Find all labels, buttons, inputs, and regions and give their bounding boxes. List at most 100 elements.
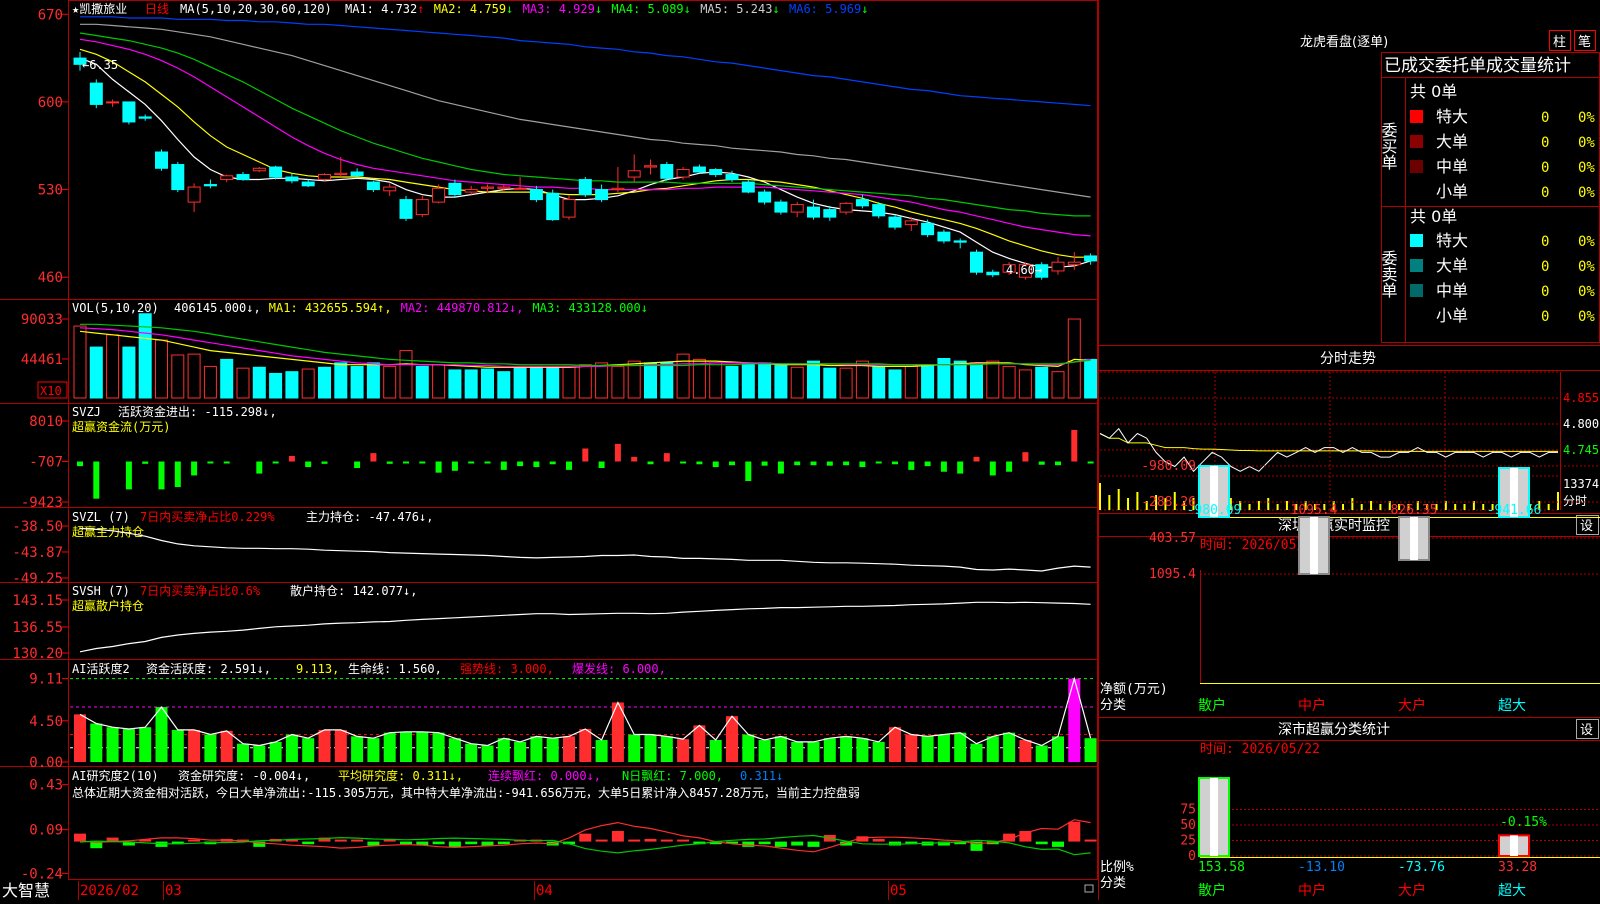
intraday-volume-bar [1454,504,1457,510]
volume-values: 406145.000↓, MA1: 432655.594↑, MA2: 449870… [174,301,648,315]
ai-activity-bar [74,714,86,762]
x-label-feb: 2026/02 [80,883,139,899]
ai-activity-v2: 9.113, [296,662,339,676]
stat-title: 已成交委托单成交量统计 [1384,56,1571,76]
ma-arrow: ↓ [595,2,602,16]
classification-panel[interactable]: 深市超赢分类统计 设 时间: 2026/05/22 7550250153.58 散… [1098,717,1600,900]
ai-activity-y-axis: 9.11 4.50 0.00 [29,672,68,771]
ai-activity-bar [416,731,429,762]
svzj-bar [973,456,980,462]
cls-y-label: 25 [1180,834,1196,849]
ai-research-panel[interactable]: AI研究度2(10) 资金研究度: -0.004↓, 平均研究度: 0.311↓… [21,768,1097,882]
ai-activity-bar [204,734,217,762]
y-tick-label: -707 [29,455,63,471]
ai-research-bar [432,841,445,845]
candle-body [155,151,168,169]
ai-activity-bar [1052,736,1064,762]
svzl-label: SVZL (7) [72,510,130,524]
volume-bar [578,364,592,399]
order-count: 0 [1541,185,1549,201]
intraday-volume-bar [1342,504,1345,510]
volume-bar [823,367,837,399]
realtime-monitor-panel[interactable]: 深圳超赢实时监控 设 时间: 2026/05/22 1095.4403.57-2… [1098,459,1600,714]
ai-research-bar [334,839,347,842]
volume-bar [383,365,397,399]
volume-panel[interactable]: VOL(5,10,20) 406145.000↓, MA1: 432655.594… [21,301,1098,399]
order-color-swatch [1410,259,1423,272]
cls-extra-label: -0.15% [1500,815,1547,830]
ai-summary-text: 总体近期大资金相对活跃，今日大单净流出:-115.305万元，其中特大单净流出:… [72,785,860,800]
order-type-label: 特大 [1436,231,1468,250]
svzj-bar [142,461,149,464]
ai-research-bar [188,839,201,842]
candle-body [986,271,1000,276]
volume-bar [807,360,820,399]
ai-activity-bar [302,738,315,762]
ai-activity-panel[interactable]: AI活跃度2 资金活跃度: 2.591↓, 9.113, 生命线: 1.560,… [29,661,1097,771]
intraday-volume-bar [1127,498,1130,510]
high-price-annotation: ←6.35 [82,58,118,72]
candle-body [138,116,152,119]
candle-body [415,199,429,216]
order-type-label: 小单 [1436,182,1468,201]
volume-bar [774,365,788,399]
ai-activity-bar [1084,738,1097,762]
ai-research-bar [448,841,461,847]
ai-research-bar [1052,841,1064,847]
intraday-volume-bar [1136,492,1139,510]
price-panel[interactable]: ★凯撒旅业 日线 MA(5,10,20,30,60,120) MA1: 4.73… [38,1,1098,286]
ma-arrow: ↓ [772,2,779,16]
bar-mode-label: 柱 [1553,35,1566,50]
svzj-subtitle: 超赢资金流(万元) [72,419,170,434]
volume-bar [73,325,87,399]
ai-activity-bar [644,734,657,762]
svzj-bar [500,461,507,470]
ai-activity-bar [742,734,755,762]
svzj-panel[interactable]: SVZJ 活跃资金进出: -115.298↓, 超赢资金流(万元) 8010 -7… [21,404,1094,511]
candle-body [595,189,609,201]
volume-value: MA3: 433128.000↓ [532,301,648,315]
svzl-panel[interactable]: SVZL (7) 7日内买卖净占比0.229% 主力持仓: -47.476↓, … [12,509,1091,587]
svzj-bar [745,461,752,482]
svzj-bar [1055,461,1061,466]
monitor-category: 散户 [1198,697,1226,714]
volume-bar [89,346,103,399]
volume-value: MA1: 432655.594↑, [269,301,392,315]
order-color-swatch [1410,234,1423,247]
order-type-label: 大单 [1436,256,1468,275]
candle-body [122,101,136,123]
ma-arrow: ↓ [861,2,868,16]
y-tick-label: -0.24 [21,866,63,882]
ai-research-bar [367,841,380,846]
order-percent: 0% [1578,309,1595,325]
y-tick-label: -49.25 [12,571,63,587]
svzj-bar [468,461,475,464]
volume-bar [301,368,315,399]
intraday-volume-bar [1482,504,1485,510]
lock-icon[interactable] [1084,884,1094,893]
svzj-bar [761,461,768,466]
candle-body [790,204,804,213]
y-tick-label: 8010 [29,414,63,430]
candle-body [660,164,674,179]
ai-activity-bar [970,743,983,762]
ma-header-value: MA3: 4.929↓ [523,2,602,16]
volume-bar [122,346,136,399]
volume-bar [269,372,283,399]
ai-research-bar [465,841,478,845]
ai-activity-bar [579,729,592,762]
candle-body [578,179,592,196]
volume-bar [350,365,364,399]
candle-body [203,184,217,187]
volume-bar [220,358,234,399]
period-label: 日线 [145,2,169,16]
svsh-panel[interactable]: SVSH (7) 7日内买卖净占比0.6% 散户持仓: 142.077↓, 超赢… [12,583,1091,662]
y-tick-label: 670 [38,7,63,23]
y-tick-label: -9423 [21,495,63,511]
candle-body [627,170,641,178]
volume-bar [970,362,983,399]
order-type-label: 中单 [1436,157,1468,176]
cls-chart: 7550250153.58 散户 -13.10 中户 -73.76 大户 33.28 超大 -0… [1180,777,1600,899]
ai-activity-value: 资金活跃度: 2.591↓, [146,661,271,676]
volume-value: MA2: 449870.812↓, [401,301,524,315]
